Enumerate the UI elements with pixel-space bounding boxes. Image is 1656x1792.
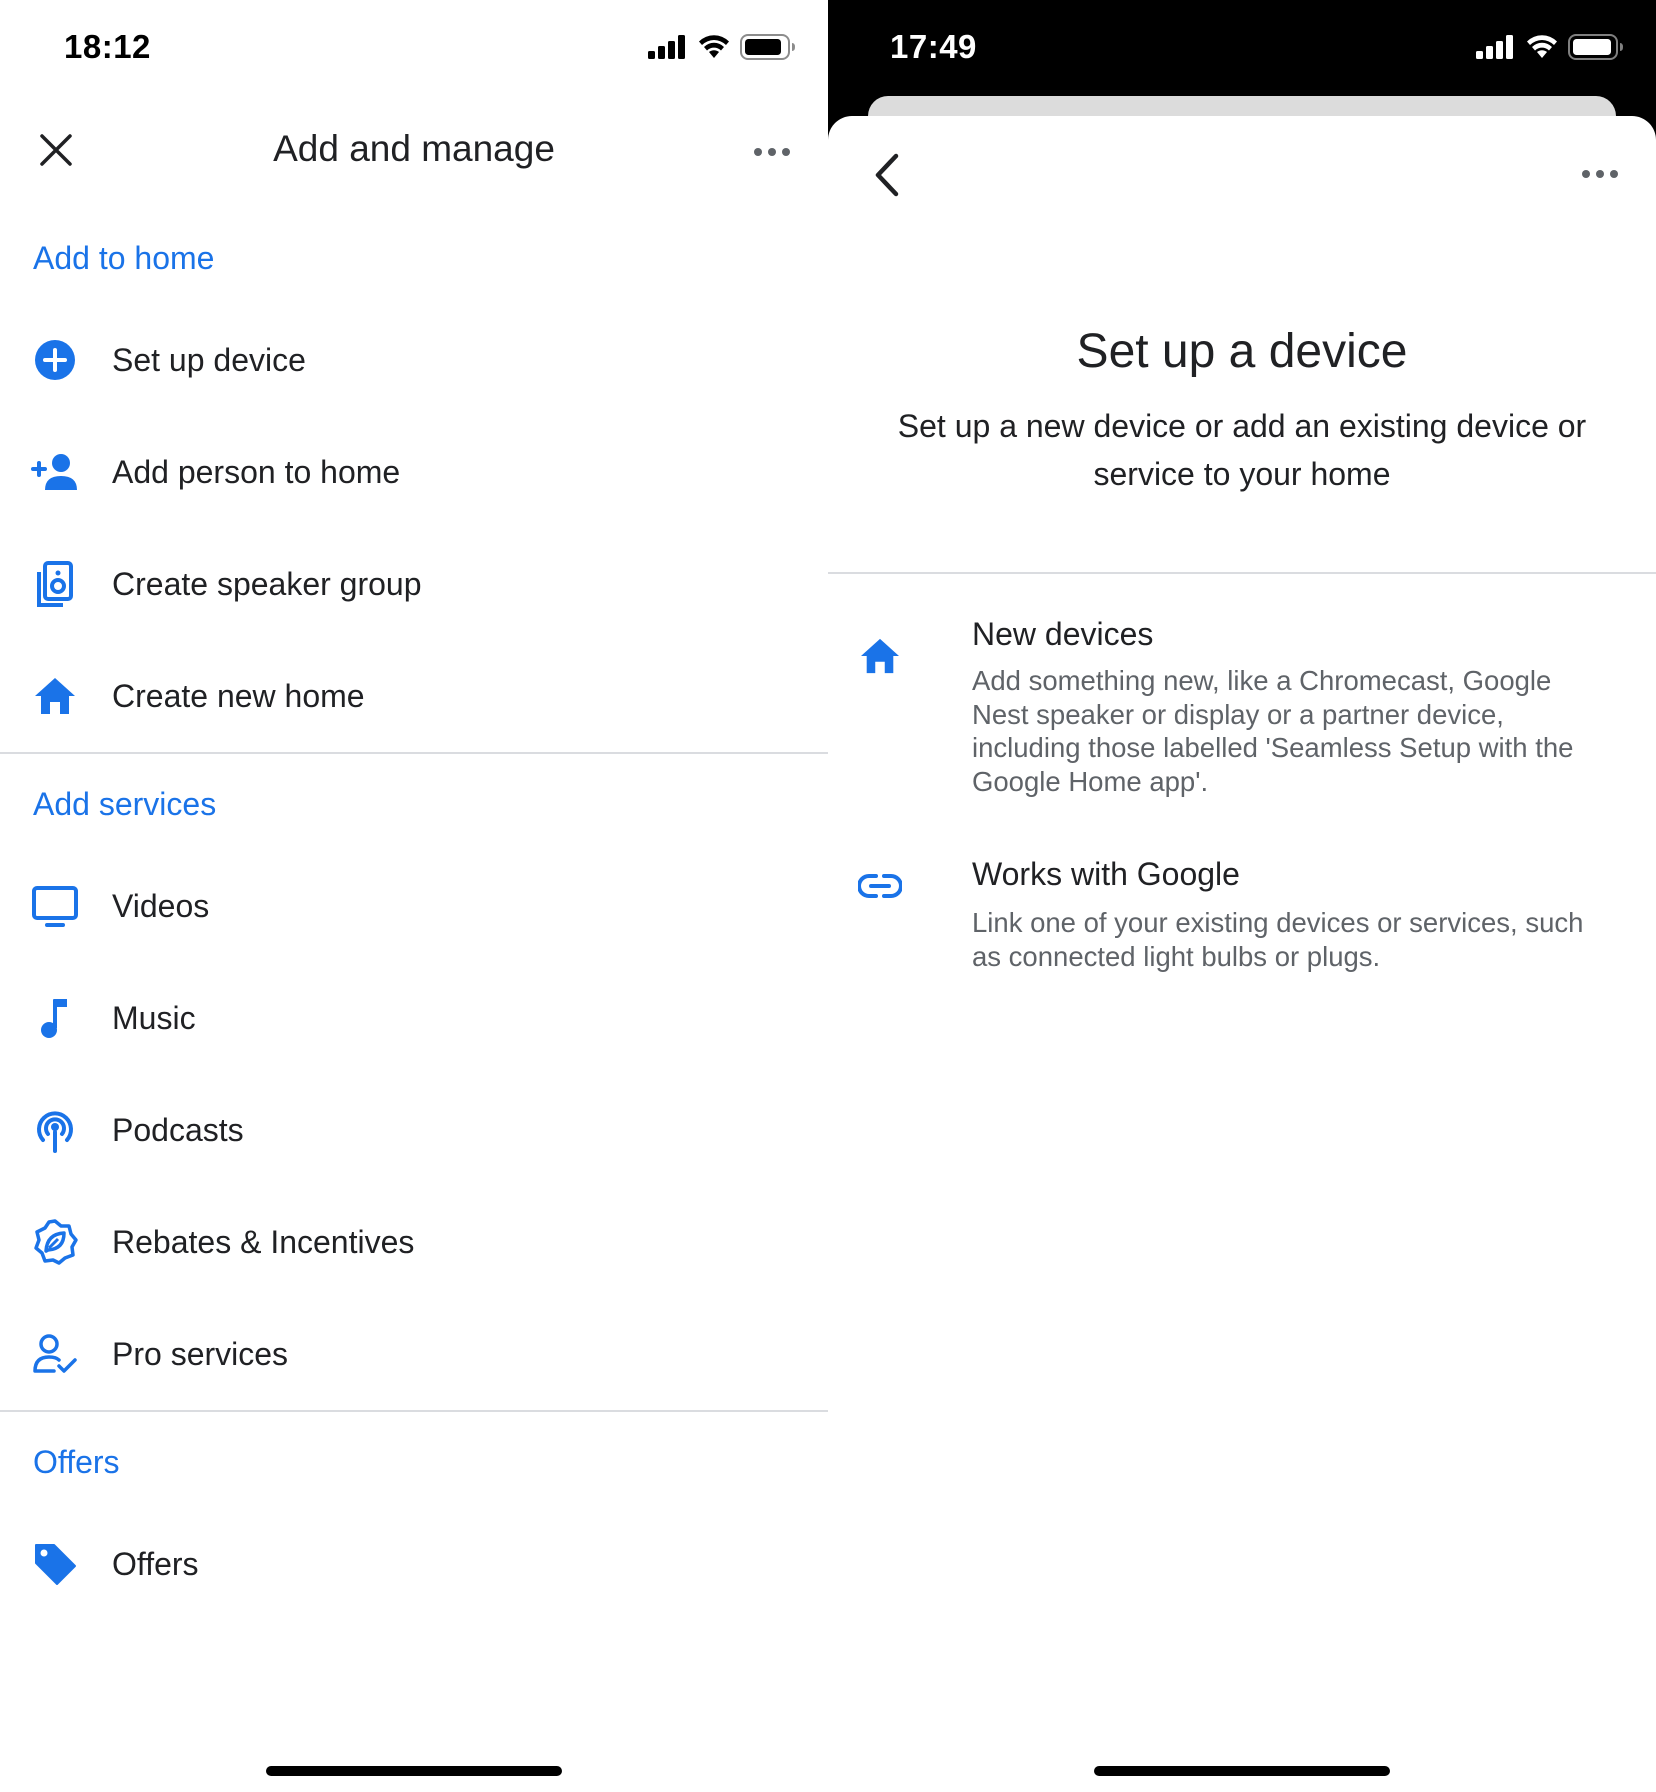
menu-item-label: Create speaker group <box>112 565 422 602</box>
section-header-add-services: Add services <box>33 786 217 822</box>
option-works-with-google[interactable]: Works with Google Link one of your exist… <box>828 856 1656 976</box>
divider <box>0 1410 828 1412</box>
status-bar: 18:12 <box>0 0 828 96</box>
option-title: New devices <box>972 616 1154 652</box>
menu-item-podcasts[interactable]: Podcasts <box>0 1075 828 1185</box>
menu-item-pro-services[interactable]: Pro services <box>0 1299 828 1409</box>
setup-sheet: Set up a device Set up a new device or a… <box>828 116 1656 1792</box>
tv-icon <box>30 881 80 931</box>
home-indicator[interactable] <box>1094 1766 1390 1776</box>
battery-icon <box>1568 34 1623 60</box>
menu-item-set-up-device[interactable]: Set up device <box>0 305 828 415</box>
music-note-icon <box>30 993 80 1043</box>
menu-item-label: Rebates & Incentives <box>112 1223 415 1260</box>
menu-item-rebates-incentives[interactable]: Rebates & Incentives <box>0 1187 828 1297</box>
description-line: including those labelled 'Seamless Setup… <box>972 732 1574 763</box>
menu-item-create-new-home[interactable]: Create new home <box>0 641 828 751</box>
battery-icon <box>740 34 795 60</box>
person-check-icon <box>30 1329 80 1379</box>
menu-item-add-person-to-home[interactable]: Add person to home <box>0 417 828 527</box>
divider <box>0 752 828 754</box>
description-line: Add something new, like a Chromecast, Go… <box>972 665 1552 696</box>
tag-icon <box>30 1539 80 1589</box>
setup-subtitle: Set up a new device or add an existing d… <box>897 408 1587 492</box>
divider <box>828 572 1656 574</box>
more-options-icon[interactable] <box>1580 162 1620 186</box>
add-and-manage-screen: 18:12 Add and manage Add to home Set up … <box>0 0 828 1792</box>
home-indicator[interactable] <box>266 1766 562 1776</box>
option-title: Works with Google <box>972 856 1240 892</box>
option-description: Link one of your existing devices or ser… <box>972 906 1632 973</box>
menu-item-label: Music <box>112 999 196 1036</box>
menu-item-label: Set up device <box>112 341 306 378</box>
home-icon <box>858 634 902 678</box>
status-time: 17:49 <box>890 28 977 65</box>
wifi-icon <box>699 35 729 58</box>
description-line: Google Home app'. <box>972 765 1209 797</box>
more-options-icon[interactable] <box>752 140 792 164</box>
status-icons <box>648 34 796 60</box>
wifi-icon <box>1527 35 1557 58</box>
cellular-signal-icon <box>1476 35 1513 59</box>
eco-badge-icon <box>30 1217 80 1267</box>
cellular-signal-icon <box>648 35 685 59</box>
section-header-offers: Offers <box>33 1444 120 1480</box>
person-add-icon <box>30 447 80 497</box>
add-circle-icon <box>30 335 80 385</box>
status-time: 18:12 <box>64 28 151 65</box>
status-icons <box>1476 34 1624 60</box>
status-bar: 17:49 <box>828 0 1656 96</box>
menu-item-label: Podcasts <box>112 1111 244 1148</box>
menu-item-create-speaker-group[interactable]: Create speaker group <box>0 529 828 639</box>
speaker-group-icon <box>30 559 80 609</box>
setup-title: Set up a device <box>1076 325 1408 378</box>
description-line: Link one of your existing devices or ser… <box>972 907 1584 938</box>
menu-item-label: Create new home <box>112 677 365 714</box>
screenshot-stage: 18:12 Add and manage Add to home Set up … <box>0 0 1656 1792</box>
menu-item-offers[interactable]: Offers <box>0 1509 828 1619</box>
home-icon <box>30 671 80 721</box>
description-line: as connected light bulbs or plugs. <box>972 940 1381 972</box>
menu-item-label: Pro services <box>112 1335 289 1372</box>
menu-item-videos[interactable]: Videos <box>0 851 828 961</box>
menu-item-music[interactable]: Music <box>0 963 828 1073</box>
menu-item-label: Add person to home <box>112 453 401 490</box>
menu-item-label: Offers <box>112 1545 199 1582</box>
set-up-a-device-screen: 17:49 Set up a device Set up a new devic… <box>828 0 1656 1792</box>
podcast-icon <box>30 1105 80 1155</box>
menu-item-label: Videos <box>112 887 210 924</box>
page-title: Add and manage <box>273 128 555 169</box>
section-header-add-to-home: Add to home <box>33 240 215 276</box>
back-arrow-icon[interactable] <box>868 150 908 200</box>
option-new-devices[interactable]: New devices Add something new, like a Ch… <box>828 616 1656 806</box>
option-description: Add something new, like a Chromecast, Go… <box>972 664 1632 798</box>
link-icon <box>858 864 902 908</box>
description-line: Nest speaker or display or a partner dev… <box>972 698 1504 730</box>
